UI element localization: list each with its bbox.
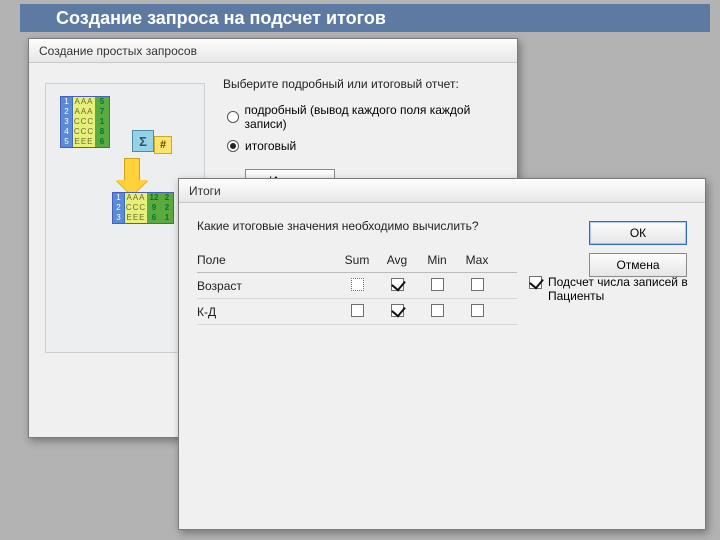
checkbox-sum[interactable] <box>351 304 364 317</box>
illus-dst-table: 1AAA122 2CCC92 3EEE61 <box>112 192 174 224</box>
radio-icon <box>227 140 239 152</box>
wizard-titlebar: Создание простых запросов <box>29 39 517 63</box>
col-min: Min <box>417 253 457 267</box>
totals-titlebar: Итоги <box>179 179 705 203</box>
wizard-prompt: Выберите подробный или итоговый отчет: <box>223 77 503 91</box>
ok-button[interactable]: ОК <box>589 221 687 245</box>
checkbox-min[interactable] <box>431 278 444 291</box>
radio-detail-label: подробный (вывод каждого поля каждой зап… <box>245 103 503 131</box>
col-sum: Sum <box>337 253 377 267</box>
radio-icon <box>227 111 239 123</box>
totals-dialog: Итоги Какие итоговые значения необходимо… <box>178 178 706 530</box>
checkbox-avg[interactable] <box>391 304 404 317</box>
checkbox-max[interactable] <box>471 304 484 317</box>
table-row: К-Д <box>197 299 517 325</box>
col-field: Поле <box>197 253 337 267</box>
col-avg: Avg <box>377 253 417 267</box>
radio-detail[interactable]: подробный (вывод каждого поля каждой зап… <box>227 103 503 131</box>
count-records-option[interactable]: Подсчет числа записей в Пациенты <box>529 275 689 303</box>
totals-grid: Поле Sum Avg Min Max Возраст К-Д <box>197 247 517 325</box>
col-max: Max <box>457 253 497 267</box>
table-row: Возраст <box>197 273 517 299</box>
field-label: К-Д <box>197 305 337 319</box>
field-label: Возраст <box>197 279 337 293</box>
illus-src-table: 1AAA5 2AAA7 3CCC1 4CCC8 5EEE6 <box>60 96 110 148</box>
checkbox-sum[interactable] <box>351 278 364 291</box>
sigma-icon: Σ <box>132 130 154 152</box>
count-records-label: Подсчет числа записей в Пациенты <box>548 275 689 303</box>
checkbox-max[interactable] <box>471 278 484 291</box>
radio-summary[interactable]: итоговый <box>227 139 503 153</box>
hash-icon: # <box>154 136 172 154</box>
checkbox-avg[interactable] <box>391 278 404 291</box>
radio-summary-label: итоговый <box>245 139 296 153</box>
slide-title: Создание запроса на подсчет итогов <box>20 4 710 32</box>
checkbox-min[interactable] <box>431 304 444 317</box>
cancel-button[interactable]: Отмена <box>589 253 687 277</box>
checkbox-count[interactable] <box>529 276 542 289</box>
